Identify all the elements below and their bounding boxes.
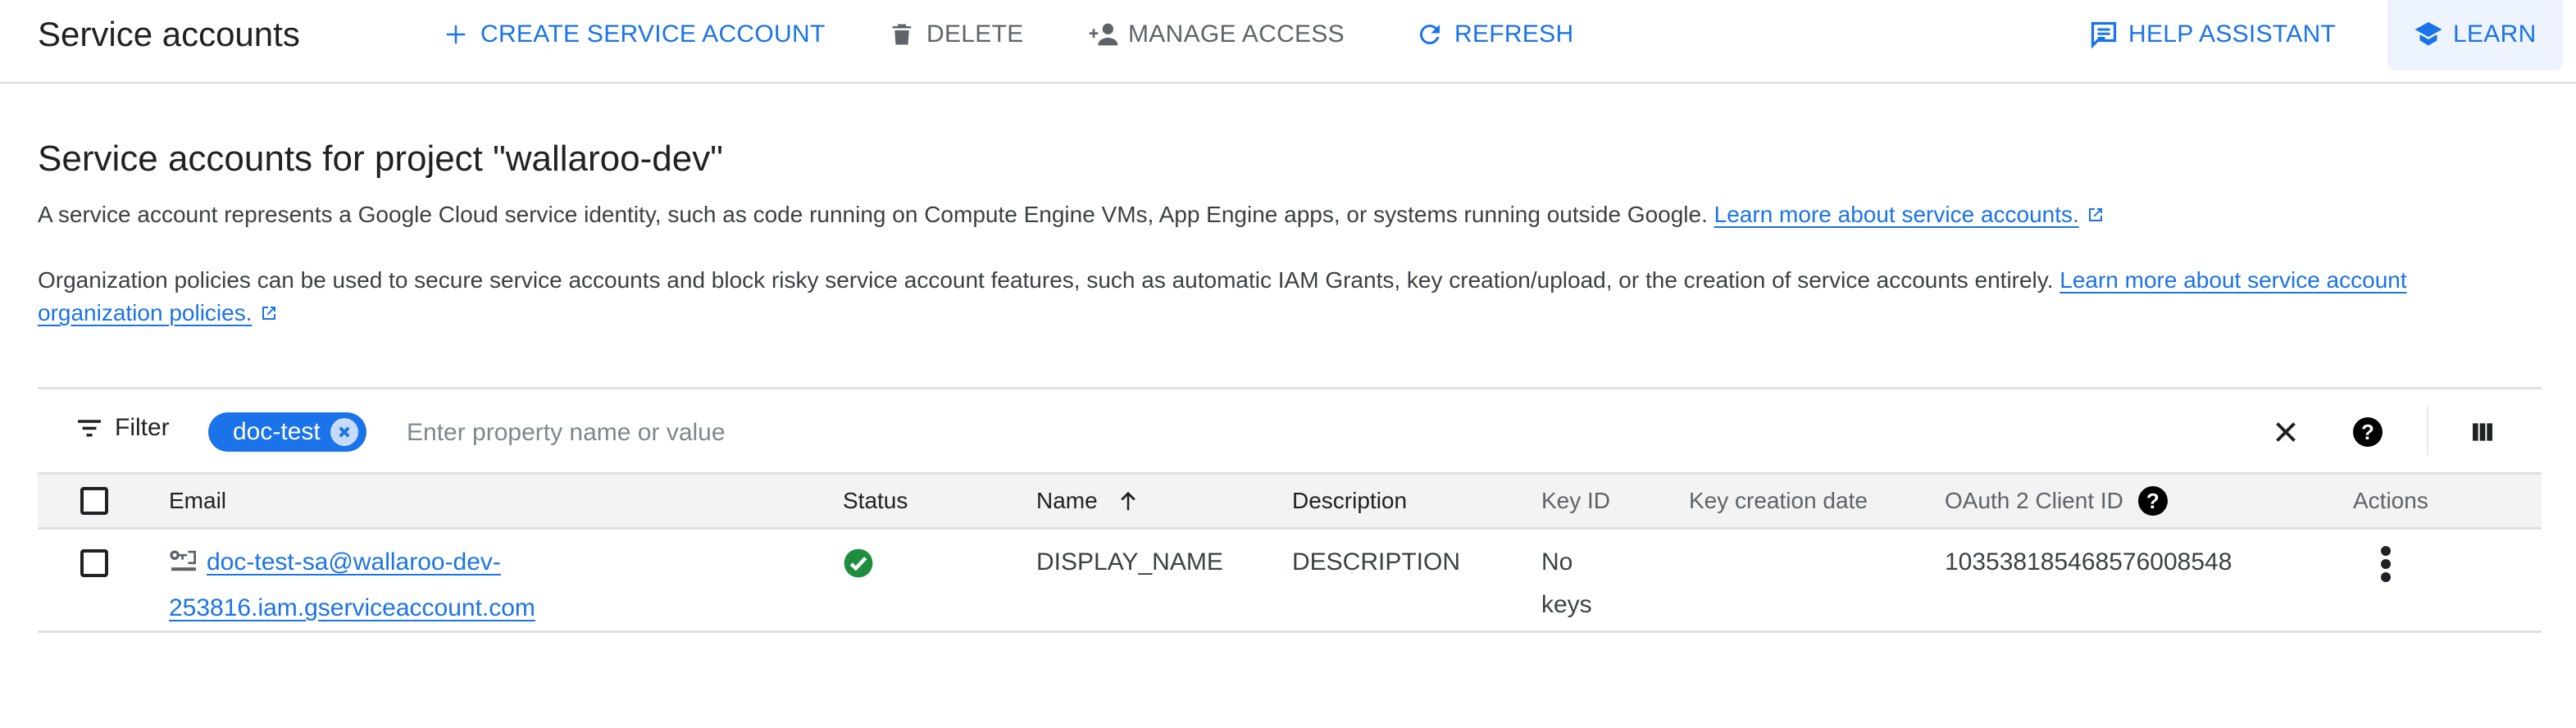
app-title: Service accounts	[38, 15, 300, 53]
service-accounts-table: Email Status Name Description Key ID Key…	[38, 472, 2542, 633]
column-name[interactable]: Name	[1036, 475, 1140, 527]
email-line-2: 253816.iam.gserviceaccount.com	[169, 594, 535, 621]
filter-chip-label: doc-test	[233, 418, 321, 445]
plus-icon	[439, 18, 472, 51]
policies-text: Organization policies can be used to sec…	[38, 267, 2060, 293]
add-person-icon	[1087, 18, 1120, 51]
policies-paragraph: Organization policies can be used to sec…	[38, 264, 2514, 330]
filter-chip[interactable]: doc-test	[208, 412, 366, 452]
learn-button[interactable]: LEARN	[2412, 15, 2537, 54]
row-select-cell	[80, 549, 108, 577]
column-actions: Actions	[2353, 488, 2428, 513]
filter-button[interactable]: Filter	[75, 414, 170, 442]
table-row: doc-test-sa@wallaroo-dev- 253816.iam.gser…	[38, 530, 2542, 633]
manage-access-button[interactable]: MANAGE ACCESS	[1087, 15, 1345, 54]
email-cell: doc-test-sa@wallaroo-dev- 253816.iam.gser…	[169, 541, 628, 630]
close-icon	[2271, 417, 2301, 447]
remove-chip-icon[interactable]	[330, 418, 358, 446]
column-oauth-label: OAuth 2 Client ID	[1945, 488, 2123, 513]
filter-help-button[interactable]: ?	[2348, 412, 2387, 452]
refresh-button[interactable]: REFRESH	[1413, 15, 1573, 54]
more-vert-icon	[2379, 544, 2392, 584]
column-display-options-button[interactable]	[2463, 412, 2502, 452]
email-line-1: doc-test-sa@wallaroo-dev-	[207, 548, 501, 576]
status-cell	[843, 548, 874, 579]
check-circle-icon	[843, 548, 874, 579]
help-icon: ?	[2353, 417, 2383, 447]
intro-paragraph: A service account represents a Google Cl…	[38, 198, 2514, 231]
row-actions-button[interactable]	[2379, 544, 2392, 584]
column-status[interactable]: Status	[843, 475, 908, 527]
column-description[interactable]: Description	[1292, 475, 1407, 527]
column-key-id: Key ID	[1541, 488, 1611, 513]
filter-bar: Filter doc-test ?	[38, 387, 2542, 472]
service-account-email-link[interactable]: doc-test-sa@wallaroo-dev- 253816.iam.gser…	[169, 548, 535, 621]
filter-icon	[75, 416, 103, 439]
help-assistant-label: HELP ASSISTANT	[2128, 20, 2337, 48]
create-service-account-label: CREATE SERVICE ACCOUNT	[480, 20, 826, 48]
delete-label: DELETE	[926, 20, 1024, 48]
row-checkbox[interactable]	[80, 549, 108, 577]
create-service-account-button[interactable]: CREATE SERVICE ACCOUNT	[439, 15, 826, 54]
select-all-cell	[80, 475, 108, 527]
key-id-cell: No keys	[1541, 541, 1592, 626]
manage-access-label: MANAGE ACCESS	[1128, 20, 1345, 48]
learn-more-service-accounts-link[interactable]: Learn more about service accounts.	[1714, 202, 2079, 227]
refresh-icon	[1413, 18, 1446, 51]
toolbar-divider	[2427, 406, 2428, 455]
oauth-client-id-cell: 103538185468576008548	[1945, 548, 2232, 576]
table-header: Email Status Name Description Key ID Key…	[38, 472, 2542, 530]
trash-icon	[885, 18, 918, 51]
columns-icon	[2469, 419, 2496, 445]
clear-filter-button[interactable]	[2266, 412, 2305, 452]
learn-label: LEARN	[2453, 20, 2537, 48]
key-id-line-2: keys	[1541, 591, 1592, 618]
refresh-label: REFRESH	[1454, 20, 1574, 48]
key-id-line-1: No	[1541, 548, 1573, 576]
chat-icon	[2087, 18, 2120, 51]
name-cell: DISPLAY_NAME	[1036, 548, 1223, 576]
column-key-creation-date: Key creation date	[1689, 488, 1868, 513]
delete-button[interactable]: DELETE	[885, 15, 1024, 54]
intro-text: A service account represents a Google Cl…	[38, 202, 1714, 227]
sort-ascending-icon	[1116, 487, 1140, 515]
school-icon	[2412, 18, 2445, 51]
description-cell: DESCRIPTION	[1292, 548, 1461, 576]
help-assistant-button[interactable]: HELP ASSISTANT	[2087, 15, 2336, 54]
filter-input[interactable]	[405, 412, 2212, 453]
help-icon[interactable]: ?	[2137, 486, 2168, 516]
external-link-icon	[2086, 201, 2105, 221]
filter-label: Filter	[115, 414, 170, 441]
column-email[interactable]: Email	[169, 475, 226, 527]
select-all-checkbox[interactable]	[80, 487, 108, 515]
external-link-icon	[259, 299, 279, 320]
page-header: Service accounts CREATE SERVICE ACCOUNT …	[0, 0, 2576, 84]
column-name-label: Name	[1036, 488, 1098, 513]
service-account-key-icon	[169, 544, 198, 587]
page-heading: Service accounts for project "wallaroo-d…	[38, 139, 723, 179]
column-oauth-client-id: OAuth 2 Client ID ?	[1945, 475, 2168, 527]
